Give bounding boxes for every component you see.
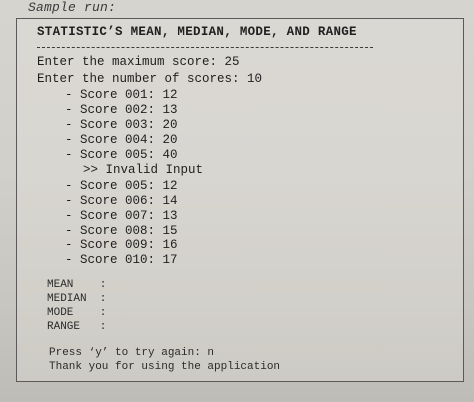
heading: STATISTIC’S MEAN, MEDIAN, MODE, AND RANG… — [37, 25, 357, 39]
prompt-max-score: Enter the maximum score: 25 — [37, 55, 240, 69]
score-line: - Score 008: 15 — [65, 224, 178, 238]
stat-mode: MODE : — [47, 307, 107, 319]
stat-mean: MEAN : — [47, 279, 107, 291]
dashed-divider — [37, 47, 373, 48]
score-line: - Score 001: 12 — [65, 88, 178, 102]
error-message: >> Invalid Input — [83, 163, 204, 177]
score-line: - Score 005: 40 — [65, 148, 178, 162]
stat-range: RANGE : — [47, 321, 107, 333]
score-line: - Score 003: 20 — [65, 118, 178, 132]
score-line: - Score 004: 20 — [65, 133, 178, 147]
thank-you-message: Thank you for using the application — [49, 361, 281, 373]
score-line: - Score 006: 14 — [65, 194, 178, 208]
score-line: - Score 007: 13 — [65, 209, 178, 223]
prompt-number-scores: Enter the number of scores: 10 — [37, 72, 263, 86]
stat-median: MEDIAN : — [47, 293, 107, 305]
score-line: - Score 005: 12 — [65, 179, 178, 193]
score-line: - Score 002: 13 — [65, 103, 178, 117]
score-line: - Score 010: 17 — [65, 253, 178, 267]
caption: Sample run: — [28, 0, 117, 15]
score-line: - Score 009: 16 — [65, 238, 178, 252]
console-output-box: STATISTIC’S MEAN, MEDIAN, MODE, AND RANG… — [16, 18, 464, 382]
retry-prompt: Press ‘y’ to try again: n — [49, 347, 215, 359]
